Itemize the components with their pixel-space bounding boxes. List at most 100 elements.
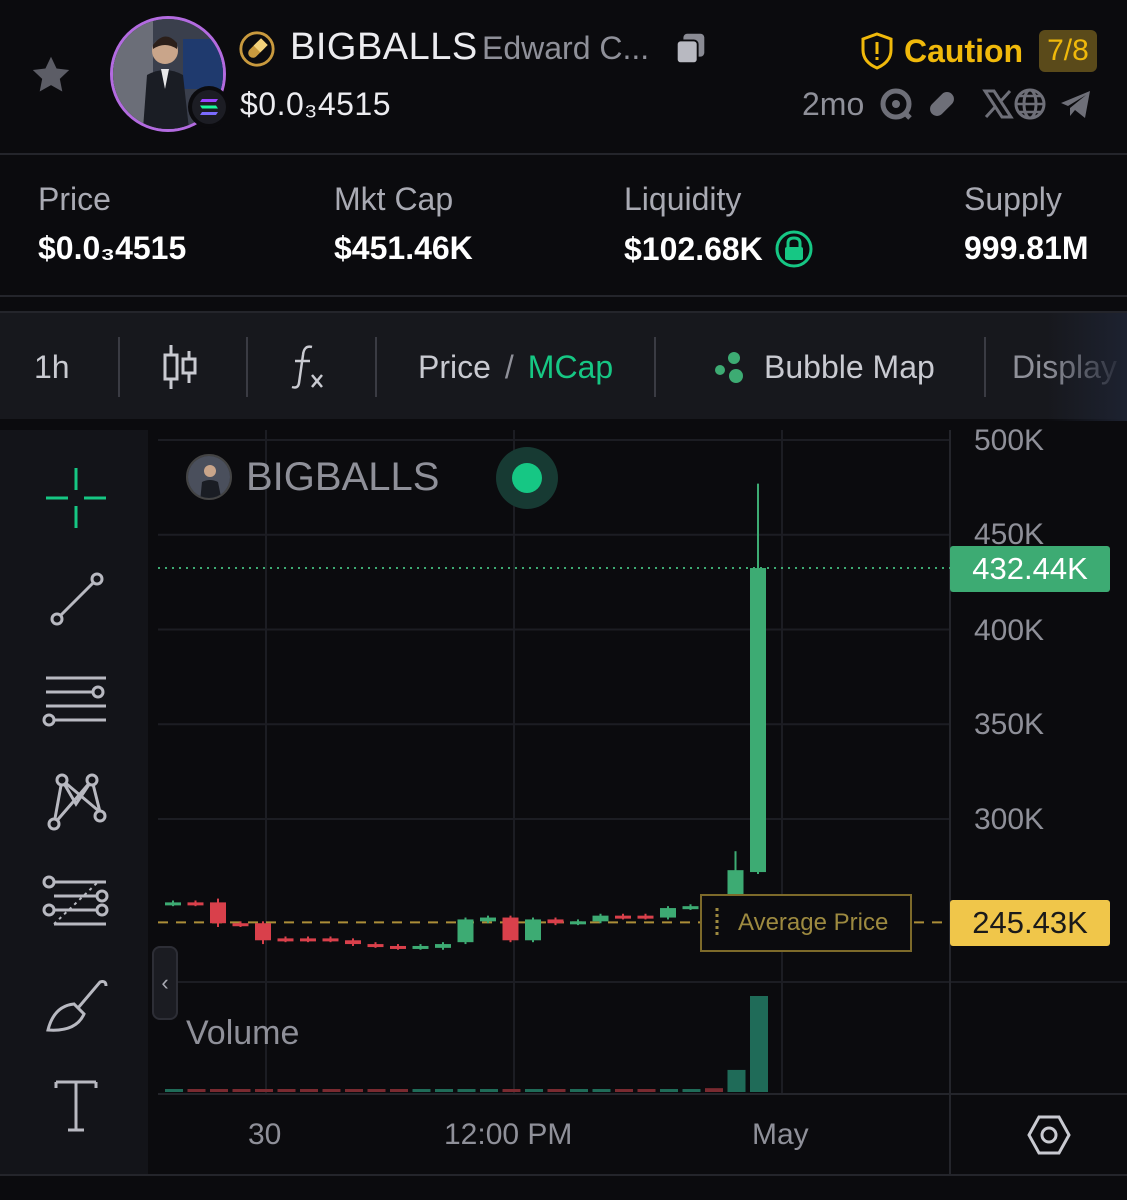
indicators-button[interactable]: [288, 313, 328, 421]
volume-bar: [165, 1089, 183, 1092]
candle-body: [660, 908, 676, 918]
volume-bar: [570, 1089, 588, 1092]
candle-body: [232, 923, 249, 927]
drag-handle-icon: [715, 908, 719, 938]
price-mcap-toggle[interactable]: Price / MCap: [418, 313, 613, 421]
candle-body: [750, 568, 766, 873]
candlestick-icon: [163, 345, 197, 389]
function-icon: [291, 345, 323, 389]
copy-icon[interactable]: [672, 30, 710, 68]
trend-line-icon[interactable]: [40, 562, 112, 634]
bubble-map-button[interactable]: Bubble Map: [712, 313, 935, 421]
chart-legend: BIGBALLS: [186, 454, 439, 500]
candle-body: [277, 938, 294, 942]
shield-icon: [861, 32, 893, 70]
volume-bar: [255, 1089, 273, 1092]
candle-body: [210, 902, 226, 924]
caution-badge[interactable]: Caution 7/8: [860, 30, 1097, 72]
volume-bar: [480, 1089, 498, 1092]
candle-body: [165, 902, 181, 906]
candle-body: [682, 906, 699, 910]
star-icon[interactable]: [28, 52, 74, 98]
candle-type-button[interactable]: [162, 313, 198, 421]
volume-bar: [367, 1089, 386, 1092]
volume-bar: [705, 1088, 723, 1092]
x-icon[interactable]: [980, 86, 1016, 122]
pattern-icon[interactable]: [40, 764, 112, 836]
mcap-option[interactable]: MCap: [528, 349, 613, 386]
token-stats: Price $0.0₃4515 Mkt Cap $451.46K Liquidi…: [0, 157, 1127, 297]
candle-body: [547, 919, 564, 924]
candle-body: [525, 919, 541, 941]
brush-icon[interactable]: [40, 968, 112, 1040]
stat-value: $0.0₃4515: [38, 230, 187, 266]
volume-bar: [210, 1089, 228, 1092]
stat-label: Price: [38, 181, 111, 217]
crosshair-icon[interactable]: [40, 462, 112, 534]
volume-bar: [322, 1089, 341, 1092]
stat-supply: Supply 999.81M: [964, 181, 1089, 267]
stat-label: Supply: [964, 181, 1062, 217]
price-option[interactable]: Price: [418, 349, 491, 386]
pill-outline-icon[interactable]: [924, 86, 960, 122]
settings-icon[interactable]: [1026, 1112, 1072, 1158]
x-tick-label: May: [752, 1118, 809, 1151]
average-price-label: Average Price: [738, 909, 889, 936]
average-price-box[interactable]: Average Price: [700, 894, 912, 952]
lock-icon[interactable]: [775, 230, 813, 268]
interval-button[interactable]: 1h: [34, 313, 70, 421]
pill-icon: [239, 31, 275, 67]
toolbar-divider: [246, 337, 248, 397]
candle-body: [502, 917, 519, 941]
token-symbol: BIGBALLS: [290, 26, 478, 68]
candle-body: [300, 938, 316, 942]
legend-symbol: BIGBALLS: [246, 454, 440, 499]
volume-bar: [502, 1089, 521, 1092]
candle-body: [255, 923, 271, 941]
candle-body: [322, 938, 339, 942]
fib-levels-icon[interactable]: [40, 866, 112, 938]
telegram-icon[interactable]: [1058, 86, 1094, 122]
candle-body: [412, 945, 429, 949]
horizontal-lines-icon[interactable]: [40, 662, 112, 734]
collapse-rail-button[interactable]: ‹: [152, 946, 178, 1020]
toolbar-divider: [654, 337, 656, 397]
text-tool-icon[interactable]: [40, 1068, 112, 1140]
volume-bar: [592, 1089, 611, 1092]
volume-bar: [390, 1089, 408, 1092]
stat-price: Price $0.0₃4515: [38, 181, 186, 267]
globe-icon[interactable]: [1012, 86, 1048, 122]
volume-bar: [615, 1089, 633, 1092]
toolbar-divider: [118, 337, 120, 397]
y-tick-label: 500K: [974, 424, 1045, 457]
current-price-tag: 432.44K: [950, 546, 1110, 592]
candle-body: [480, 917, 496, 922]
bubble-map-label: Bubble Map: [764, 348, 935, 385]
bubble-map-icon: [715, 352, 743, 383]
y-tick-label: 300K: [974, 803, 1045, 836]
drawing-tools: [0, 430, 148, 1174]
volume-bar: [682, 1089, 701, 1092]
volume-bar: [457, 1089, 476, 1092]
toolbar-divider: [375, 337, 377, 397]
legend-avatar: [186, 454, 232, 500]
live-indicator: [496, 447, 558, 509]
candle-body: [367, 944, 384, 948]
volume-bar: [412, 1089, 431, 1092]
volume-bar: [727, 1069, 746, 1092]
stat-value: 999.81M: [964, 230, 1089, 266]
toggle-slash: /: [504, 348, 514, 385]
candle-body: [345, 940, 361, 945]
volume-bar: [300, 1089, 318, 1092]
y-tick-label: 350K: [974, 708, 1045, 741]
x-tick-label: 12:00 PM: [444, 1118, 573, 1151]
volume-label: Volume: [186, 1014, 300, 1052]
stat-label: Liquidity: [624, 181, 742, 217]
average-price-tag: 245.43K: [950, 900, 1110, 946]
header-price: $0.0₃4515: [240, 86, 391, 122]
token-name: Edward C...: [482, 30, 650, 66]
candle-body: [457, 919, 474, 943]
candle-body: [637, 915, 654, 919]
volume-bar: [232, 1089, 251, 1092]
search-icon[interactable]: [878, 86, 914, 122]
